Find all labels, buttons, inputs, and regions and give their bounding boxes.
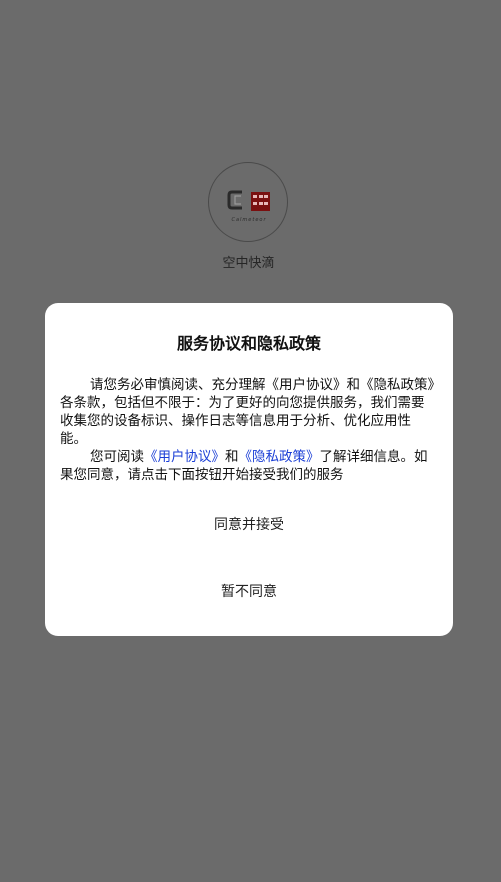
app-name: 空中快滴 <box>222 256 275 271</box>
dialog-paragraph-1: 请您务必审慎阅读、充分理解《用户协议》和《隐私政策》各条款，包括但不限于：为了更… <box>60 377 435 447</box>
paragraph-2-conjunction: 和 <box>225 449 239 465</box>
disagree-button[interactable]: 暂不同意 <box>45 572 453 612</box>
logo-c-mark-icon <box>227 190 242 210</box>
app-logo: Calmeteor <box>208 162 288 242</box>
logo-red-seal-icon <box>251 192 270 211</box>
dialog-paragraph-2: 您可阅读《用户协议》和《隐私政策》了解详细信息。如果您同意，请点击下面按钮开始接… <box>60 448 436 484</box>
logo-script-text: Calmeteor <box>231 217 267 223</box>
paragraph-2-prefix: 您可阅读 <box>90 449 144 465</box>
user-agreement-link[interactable]: 《用户协议》 <box>144 449 225 465</box>
dialog-body: 请您务必审慎阅读、充分理解《用户协议》和《隐私政策》各条款，包括但不限于：为了更… <box>60 376 436 484</box>
privacy-policy-link[interactable]: 《隐私政策》 <box>239 449 320 465</box>
privacy-dialog: 服务协议和隐私政策 请您务必审慎阅读、充分理解《用户协议》和《隐私政策》各条款，… <box>45 303 453 636</box>
dialog-title: 服务协议和隐私政策 <box>176 334 321 353</box>
agree-button[interactable]: 同意并接受 <box>45 505 453 545</box>
